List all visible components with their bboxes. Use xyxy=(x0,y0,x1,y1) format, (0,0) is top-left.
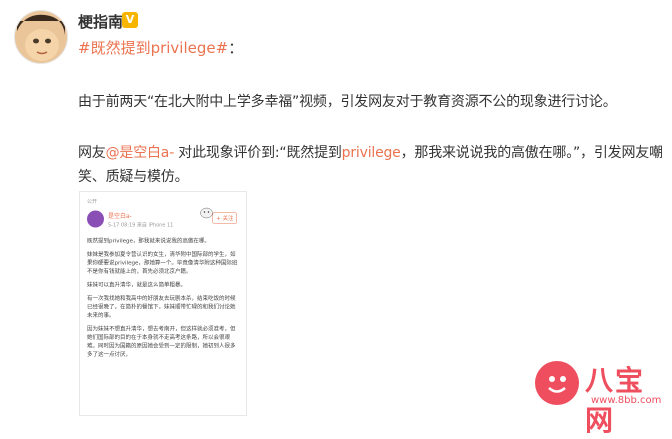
post-paragraph-2: 网友@是空白a- 对此现象评价到:“既然提到privilege，那我来说说我的高… xyxy=(78,141,668,189)
author-name[interactable]: 梗指南 xyxy=(78,11,123,32)
visibility-label: 公开 xyxy=(87,199,97,205)
screenshot-paragraph: 因为妹妹不想直升清华，想去考南开，但这样就必须准考，但她们国际部的目的在于本身就… xyxy=(87,325,236,358)
watermark-url: www.8bb.com xyxy=(591,395,662,406)
screenshot-avatar xyxy=(87,210,104,228)
topic-hashtag-link[interactable]: #既然提到privilege# xyxy=(78,39,228,57)
post-topic-line: #既然提到privilege#： xyxy=(78,37,243,58)
screenshot-post-header: 是空白a- 5-17 08:19 来自 iPhone 11 + 关注 xyxy=(84,207,242,232)
privilege-keyword: privilege xyxy=(341,145,401,161)
author-avatar[interactable] xyxy=(14,10,68,64)
watermark-logo-icon xyxy=(535,361,579,405)
user-mention-link[interactable]: @是空白a- xyxy=(106,145,175,161)
site-watermark: 八宝网 www.8bb.com xyxy=(535,355,665,437)
screenshot-follow-button: + 关注 xyxy=(212,212,237,224)
para2-middle: 对此现象评价到:“既然提到 xyxy=(174,145,342,161)
embedded-screenshot-image[interactable]: 公开 是空白a- 5-17 08:19 来自 iPhone 11 + 关注 既然… xyxy=(79,191,247,416)
post-paragraph-1: 由于前两天“在北大附中上学多幸福”视频，引发网友对于教育资源不公的现象进行讨论。 xyxy=(78,94,617,110)
verified-badge-icon: V xyxy=(122,12,138,28)
screenshot-user-name: 是空白a- xyxy=(108,212,132,220)
screenshot-paragraph: 既然提到privilege，那我就来说说我的高傲在哪。 xyxy=(87,237,210,245)
topic-colon: ： xyxy=(228,39,244,57)
screenshot-paragraph: 妹妹是我参加夏令营认识的女生，清华附中国际部的学生，如果你硬要说privileg… xyxy=(87,251,238,275)
screenshot-paragraph: 妹妹可以直升清华，就是这么简单粗暴。 xyxy=(87,281,186,289)
screenshot-post-meta: 5-17 08:19 来自 iPhone 11 xyxy=(108,222,174,229)
screenshot-paragraph: 有一次我找她和我高中的好朋友去玩剧本杀，结束吃饭的时候已经很晚了，在简朴的餐馆下… xyxy=(87,295,236,319)
para2-prefix: 网友 xyxy=(78,145,106,161)
cartoon-face-icon xyxy=(15,11,67,63)
